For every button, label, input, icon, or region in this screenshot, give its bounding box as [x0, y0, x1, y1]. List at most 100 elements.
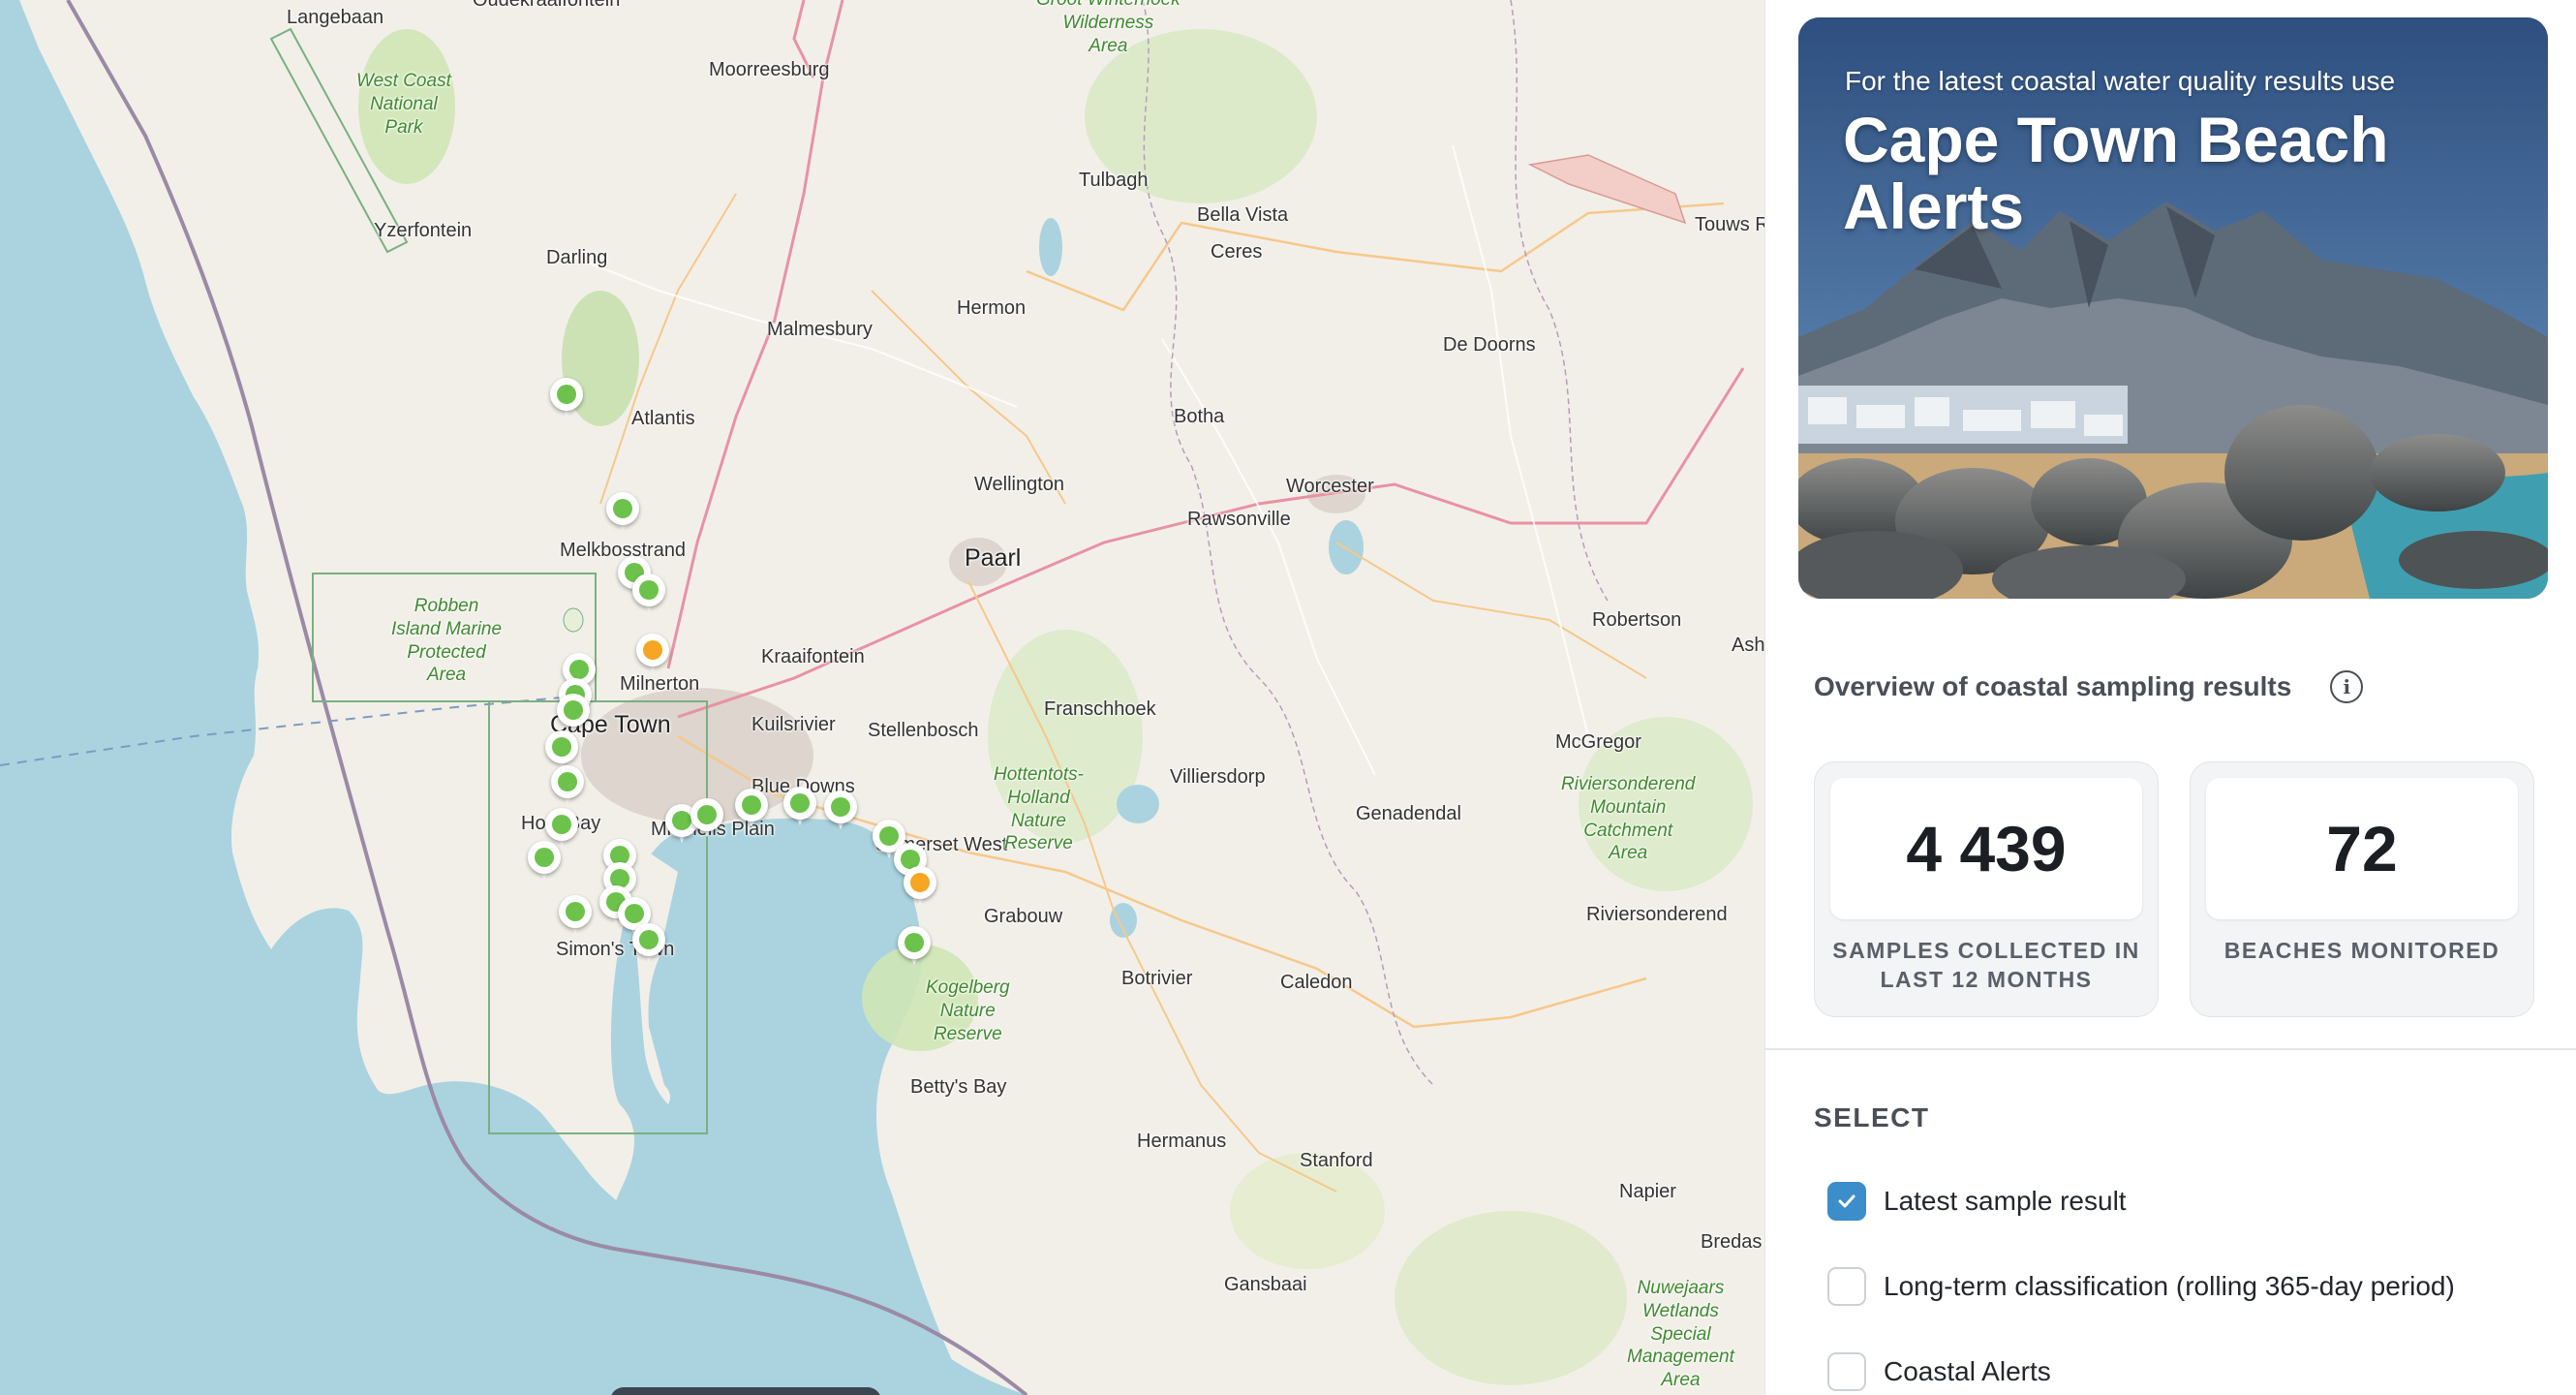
marker-status-dot — [566, 902, 585, 921]
sidebar-panel: For the latest coastal water quality res… — [1764, 0, 2576, 1395]
marker-status-dot — [535, 848, 554, 867]
info-icon[interactable]: i — [2330, 670, 2364, 703]
beach-marker[interactable] — [559, 895, 592, 936]
map-label: Milnerton — [620, 673, 700, 695]
beach-marker[interactable] — [690, 798, 723, 839]
section-divider — [1765, 1048, 2576, 1050]
beach-marker[interactable] — [636, 634, 669, 674]
option-latest-sample[interactable]: Latest sample result — [1827, 1182, 2127, 1221]
map-label: Moorreesburg — [709, 59, 830, 80]
marker-status-dot — [625, 904, 644, 923]
map-label: Riviersonderend — [1586, 904, 1728, 925]
map-label: Ash — [1732, 635, 1764, 656]
option-label: Coastal Alerts — [1884, 1356, 2051, 1386]
marker-status-dot — [790, 793, 810, 813]
map-label: Botrivier — [1121, 968, 1193, 989]
marker-status-dot — [639, 930, 659, 949]
beach-marker[interactable] — [632, 574, 665, 614]
marker-status-dot — [742, 795, 761, 815]
marker-status-dot — [910, 873, 930, 892]
map-drawer-handle[interactable] — [610, 1387, 881, 1395]
map-area-label: Hottentots- Holland Nature Reserve — [994, 764, 1084, 854]
marker-status-dot — [613, 499, 632, 518]
beach-marker[interactable] — [632, 923, 665, 964]
beach-marker[interactable] — [557, 694, 590, 734]
beach-marker[interactable] — [550, 378, 583, 418]
check-icon — [1838, 1194, 1855, 1208]
beach-marker[interactable] — [898, 926, 931, 967]
map-label: Atlantis — [631, 408, 695, 429]
checkbox-coastal-alerts[interactable] — [1827, 1352, 1866, 1391]
map-label: Rawsonville — [1187, 509, 1291, 530]
stat-value: 72 — [2326, 813, 2398, 884]
option-coastal-alerts[interactable]: Coastal Alerts — [1827, 1352, 2051, 1391]
marker-status-dot — [905, 933, 924, 952]
marker-status-dot — [831, 797, 850, 817]
map-area-label: Nuwejaars Wetlands Special Management Ar… — [1627, 1278, 1734, 1390]
map-area-label: West Coast National Park — [356, 71, 451, 138]
map-label: Botha — [1174, 406, 1225, 427]
map-label: Genadendal — [1356, 803, 1461, 824]
select-heading: SELECT — [1814, 1102, 1930, 1132]
map-label: Gansbaai — [1224, 1274, 1307, 1295]
beach-marker[interactable] — [783, 787, 816, 827]
map-label: Worcester — [1286, 476, 1374, 497]
banner-title[interactable]: Cape Town Beach Alerts — [1843, 106, 2463, 241]
marker-status-dot — [557, 385, 576, 404]
map-label: Tulbagh — [1079, 170, 1149, 191]
beach-marker[interactable] — [551, 765, 584, 806]
beach-marker[interactable] — [824, 790, 857, 831]
marker-status-dot — [558, 772, 577, 791]
marker-status-dot — [552, 815, 571, 834]
marker-status-dot — [672, 811, 691, 830]
option-long-term-classification[interactable]: Long-term classification (rolling 365-da… — [1827, 1267, 2455, 1306]
checkbox-long-term-classification[interactable] — [1827, 1267, 1866, 1306]
map-label: Stellenbosch — [868, 720, 979, 741]
basemap — [0, 0, 1764, 1395]
beach-marker[interactable] — [904, 866, 936, 907]
overview-header: Overview of coastal sampling results i — [1814, 670, 2364, 703]
map-label: Touws R — [1695, 214, 1764, 235]
map-view[interactable]: Langebaan Oudekraalfontein Moorreesburg … — [0, 0, 1764, 1395]
map-area-label: Groot Winterhoek Wilderness Area — [1036, 0, 1181, 56]
map-label: Franschhoek — [1044, 698, 1156, 720]
marker-status-dot — [697, 805, 717, 824]
map-label: Bredas — [1701, 1231, 1763, 1253]
map-label: Grabouw — [984, 906, 1063, 927]
map-label: Oudekraalfontein — [473, 0, 621, 11]
marker-status-dot — [643, 640, 662, 660]
map-label: Hermon — [957, 297, 1027, 319]
beaches-stat-card: 72 BEACHES MONITORED — [2190, 761, 2534, 1017]
map-label: Malmesbury — [767, 319, 873, 340]
map-label: McGregor — [1555, 731, 1641, 753]
beach-marker[interactable] — [606, 492, 639, 533]
map-label: Robertson — [1592, 609, 1682, 631]
option-label: Latest sample result — [1884, 1186, 2127, 1216]
beach-alerts-banner[interactable]: For the latest coastal water quality res… — [1798, 17, 2548, 599]
map-label: Villiersdorp — [1170, 766, 1266, 788]
beach-marker[interactable] — [528, 841, 561, 882]
map-label: Napier — [1619, 1181, 1676, 1202]
map-label: Betty's Bay — [910, 1076, 1007, 1098]
samples-stat-card: 4 439 SAMPLES COLLECTED IN LAST 12 MONTH… — [1814, 761, 2159, 1017]
banner-subtitle: For the latest coastal water quality res… — [1845, 66, 2396, 96]
map-label: Langebaan — [287, 7, 384, 28]
marker-status-dot — [552, 737, 571, 757]
map-label: Paarl — [965, 544, 1022, 572]
map-label: Kuilsrivier — [751, 714, 836, 735]
checkbox-latest-sample[interactable] — [1827, 1182, 1866, 1221]
stat-value-box: 72 — [2206, 778, 2518, 919]
map-label: Hermanus — [1137, 1131, 1227, 1152]
stat-caption: BEACHES MONITORED — [2223, 938, 2500, 963]
beach-marker[interactable] — [735, 789, 768, 829]
map-label: Ceres — [1211, 241, 1263, 263]
stat-value: 4 439 — [1906, 813, 2067, 884]
map-label: Kraaifontein — [761, 646, 865, 667]
stat-caption: SAMPLES COLLECTED IN LAST 12 MONTHS — [1832, 938, 2140, 992]
map-area-label: Robben Island Marine Protected Area — [391, 596, 503, 686]
map-label: Yzerfontein — [374, 220, 473, 241]
option-label: Long-term classification (rolling 365-da… — [1884, 1271, 2455, 1301]
marker-status-dot — [639, 580, 659, 600]
marker-status-dot — [564, 700, 583, 720]
map-label: De Doorns — [1443, 334, 1536, 356]
